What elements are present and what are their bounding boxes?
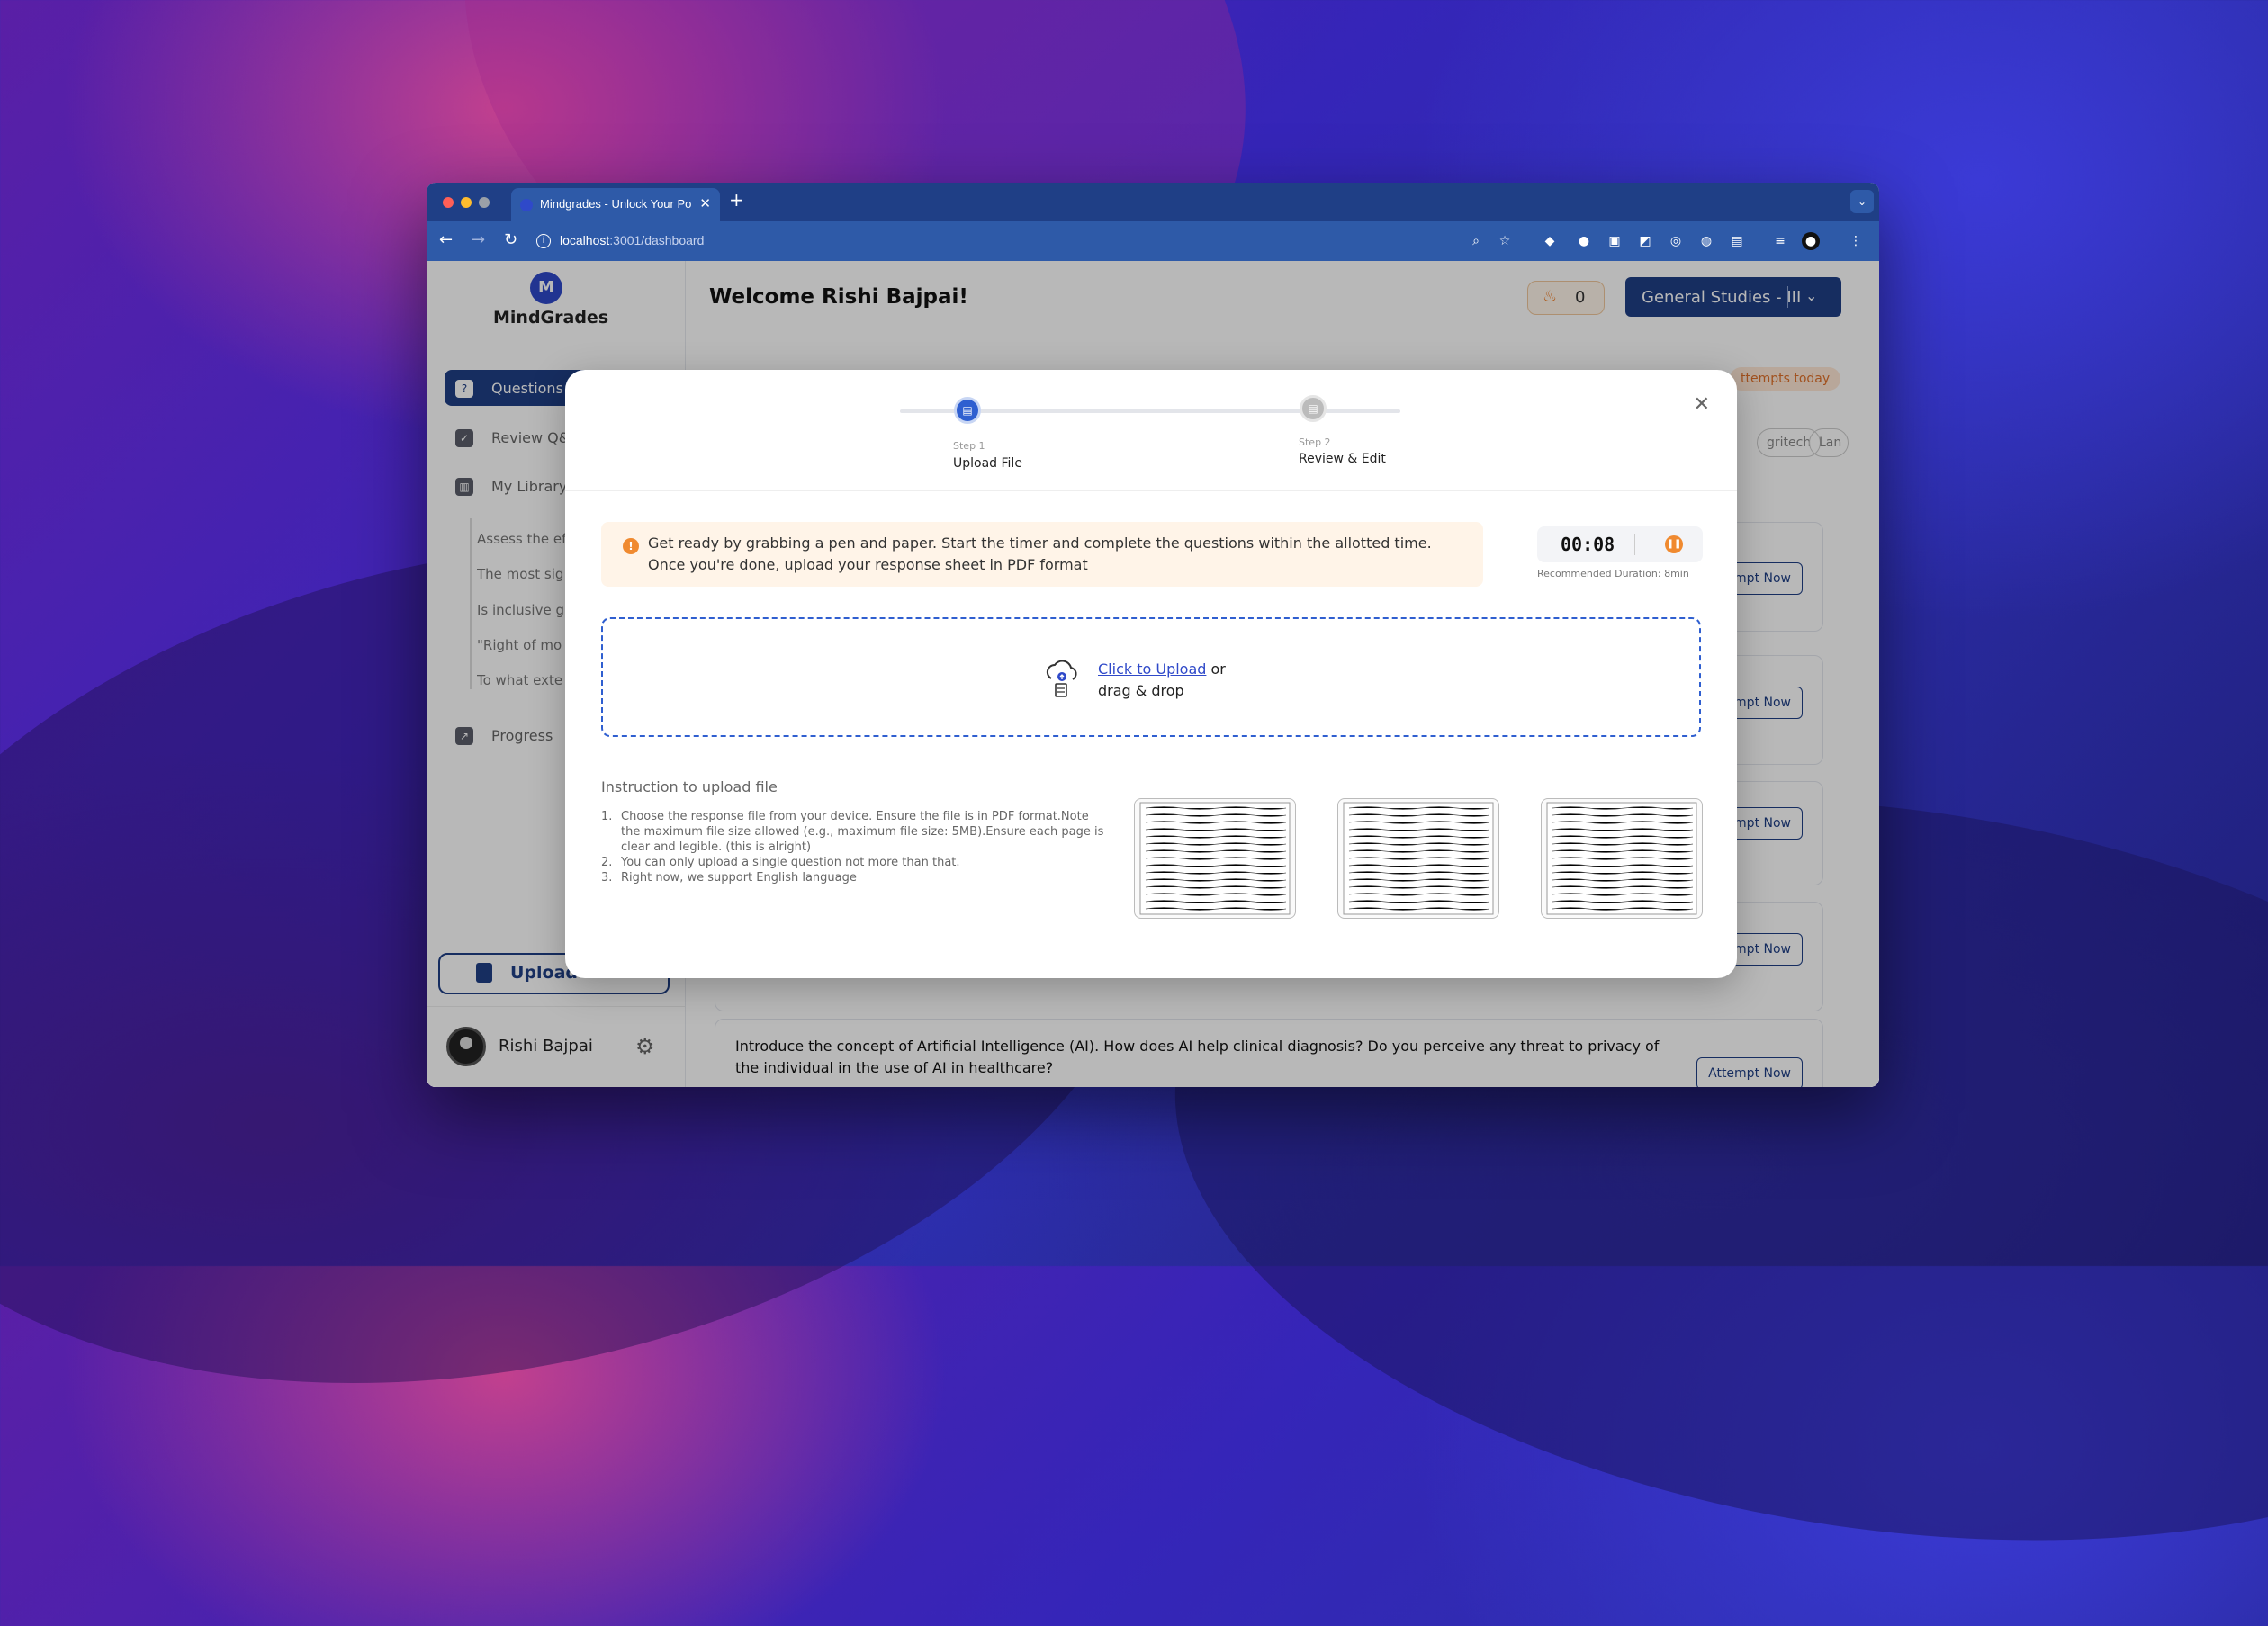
stepper: ▤ ▤ Step 1 Upload File Step 2 Review & E… xyxy=(565,370,1737,491)
minimize-window-button[interactable] xyxy=(461,197,472,208)
instructions-title: Instruction to upload file xyxy=(601,778,778,795)
alert-text: Get ready by grabbing a pen and paper. S… xyxy=(648,535,1432,573)
browser-toolbar: ← → ↻ i localhost:3001/dashboard ⌕ ☆ ◆ ●… xyxy=(427,221,1879,261)
step-2-icon: ▤ xyxy=(1300,395,1327,422)
recommended-duration: Recommended Duration: 8min xyxy=(1537,568,1689,579)
maximize-window-button[interactable] xyxy=(479,197,490,208)
url-text: localhost:3001/dashboard xyxy=(560,233,705,247)
tab-title: Mindgrades - Unlock Your Pot xyxy=(540,197,691,211)
file-dropzone[interactable]: Click to Upload or drag & drop xyxy=(601,617,1701,737)
extension-icon[interactable]: ◎ xyxy=(1667,232,1685,250)
step-1-icon: ▤ xyxy=(954,397,981,424)
upload-modal: ✕ ▤ ▤ Step 1 Upload File Step 2 Review &… xyxy=(565,370,1737,978)
kebab-menu-icon[interactable]: ⋮ xyxy=(1847,232,1865,250)
step-1-label: Upload File xyxy=(953,456,1022,471)
sample-sheet-image xyxy=(1134,798,1296,919)
bookmark-star-icon[interactable]: ☆ xyxy=(1496,232,1514,250)
close-tab-icon[interactable]: ✕ xyxy=(699,195,711,211)
list-item: 3. Right now, we support English language xyxy=(601,871,857,885)
divider xyxy=(1634,534,1635,555)
extension-icon[interactable]: ▣ xyxy=(1606,232,1624,250)
timer: 00:08 ❚❚ xyxy=(1537,526,1703,562)
list-item: 2. You can only upload a single question … xyxy=(601,856,960,869)
dropzone-text: Click to Upload or drag & drop xyxy=(1098,660,1226,699)
favicon-icon xyxy=(520,199,533,211)
instructions-list: 1. Choose the response file from your dev… xyxy=(601,809,1105,885)
info-icon: ! xyxy=(623,538,639,554)
new-tab-button[interactable]: + xyxy=(729,189,744,211)
browser-titlebar: Mindgrades - Unlock Your Pot ✕ + ⌄ xyxy=(427,183,1879,221)
extensions-puzzle-icon[interactable]: ▤ xyxy=(1728,232,1746,250)
instructions-alert: ! Get ready by grabbing a pen and paper.… xyxy=(601,522,1483,587)
timer-value: 00:08 xyxy=(1561,534,1616,555)
extension-icon[interactable]: ● xyxy=(1575,232,1593,250)
zoom-icon[interactable]: ⌕ xyxy=(1467,232,1485,250)
browser-tab[interactable]: Mindgrades - Unlock Your Pot ✕ xyxy=(511,188,720,221)
sample-sheet-image xyxy=(1541,798,1703,919)
browser-window: Mindgrades - Unlock Your Pot ✕ + ⌄ ← → ↻… xyxy=(427,183,1879,1087)
tab-search-button[interactable]: ⌄ xyxy=(1850,190,1874,213)
extension-icon[interactable]: ◍ xyxy=(1697,232,1715,250)
profile-icon[interactable]: ● xyxy=(1802,232,1820,250)
extension-icon[interactable]: ◆ xyxy=(1541,232,1559,250)
sample-sheet-image xyxy=(1337,798,1499,919)
address-bar[interactable]: i localhost:3001/dashboard xyxy=(536,229,1487,254)
forward-arrow-icon[interactable]: → xyxy=(472,230,485,249)
extension-icon[interactable]: ◩ xyxy=(1636,232,1654,250)
list-item: 1. Choose the response file from your dev… xyxy=(601,810,1104,854)
back-arrow-icon[interactable]: ← xyxy=(439,230,453,249)
click-to-upload-link[interactable]: Click to Upload xyxy=(1098,660,1206,678)
step-1-tag: Step 1 xyxy=(953,440,986,452)
site-info-icon[interactable]: i xyxy=(536,234,551,248)
step-2-label: Review & Edit xyxy=(1299,452,1386,466)
close-window-button[interactable] xyxy=(443,197,454,208)
reload-icon[interactable]: ↻ xyxy=(504,230,518,249)
step-2-tag: Step 2 xyxy=(1299,436,1331,448)
reading-list-icon[interactable]: ≡ xyxy=(1771,232,1789,250)
pause-icon[interactable]: ❚❚ xyxy=(1665,535,1683,553)
cloud-upload-icon xyxy=(1046,660,1077,697)
